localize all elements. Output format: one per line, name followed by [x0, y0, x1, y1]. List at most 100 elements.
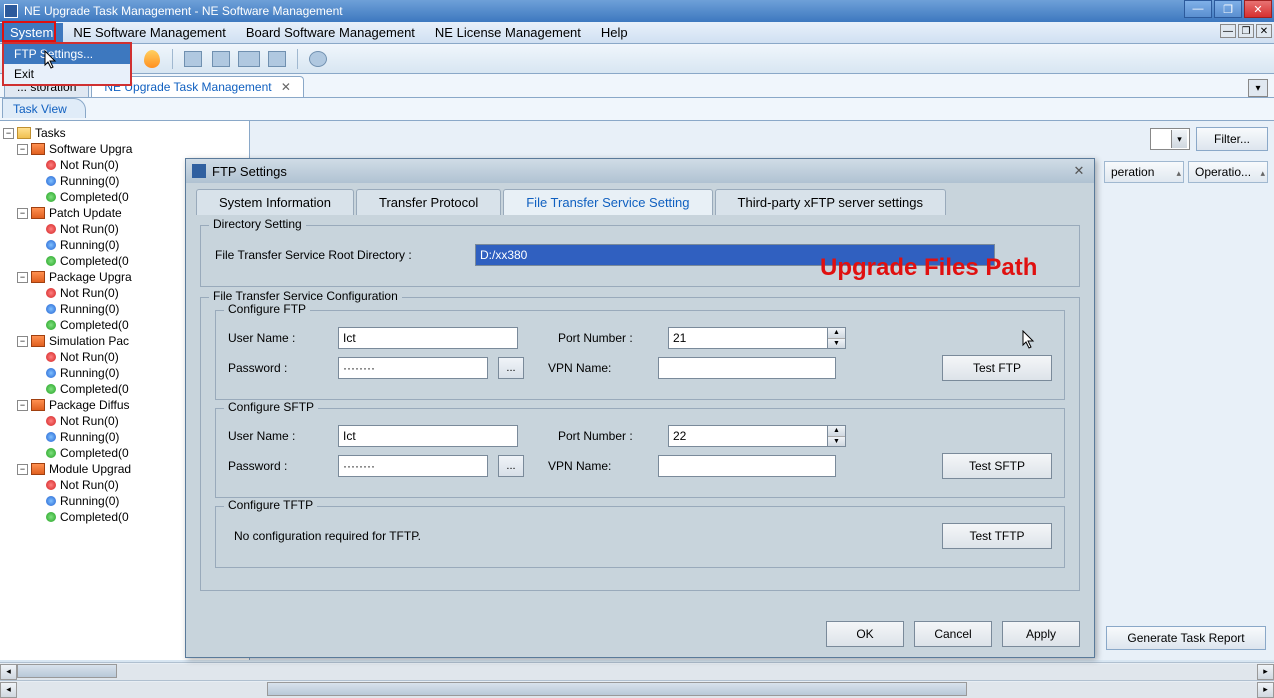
close-button[interactable]: ✕: [1244, 0, 1272, 18]
menu-system[interactable]: System: [0, 23, 63, 42]
tree-group-label[interactable]: Package Diffus: [49, 398, 130, 412]
tree-status-label[interactable]: Running(0): [60, 302, 119, 316]
tree-group-label[interactable]: Package Upgra: [49, 270, 132, 284]
test-sftp-button[interactable]: Test SFTP: [942, 453, 1052, 479]
ok-button[interactable]: OK: [826, 621, 904, 647]
tree-root-label[interactable]: Tasks: [35, 126, 66, 140]
sftp-user-input[interactable]: [338, 425, 518, 447]
ftp-pass-input[interactable]: [338, 357, 488, 379]
tree-status-label[interactable]: Not Run(0): [60, 414, 119, 428]
menu-ne-software[interactable]: NE Software Management: [63, 23, 235, 42]
tree-status-label[interactable]: Not Run(0): [60, 478, 119, 492]
menu-board-software[interactable]: Board Software Management: [236, 23, 425, 42]
tree-status-label[interactable]: Running(0): [60, 494, 119, 508]
toolbar-btn-1[interactable]: [181, 47, 205, 71]
taskview-tab[interactable]: Task View: [2, 98, 86, 118]
ftp-pass-browse[interactable]: ...: [498, 357, 524, 379]
tab-overflow-dropdown[interactable]: ▾: [1248, 79, 1268, 97]
tree-status-label[interactable]: Running(0): [60, 174, 119, 188]
tree-toggle[interactable]: −: [17, 144, 28, 155]
hscroll-content[interactable]: ◂ ▸: [0, 680, 1274, 698]
tftp-message: No configuration required for TFTP.: [228, 529, 421, 543]
mdi-restore[interactable]: ❐: [1238, 24, 1254, 38]
scroll-right-icon[interactable]: ▸: [1257, 664, 1274, 680]
tree-group-label[interactable]: Simulation Pac: [49, 334, 129, 348]
toolbar-btn-4[interactable]: [265, 47, 289, 71]
filter-combo[interactable]: ▾: [1150, 128, 1190, 150]
sftp-port-input[interactable]: [668, 425, 828, 447]
minimize-button[interactable]: —: [1184, 0, 1212, 18]
sftp-pass-browse[interactable]: ...: [498, 455, 524, 477]
dialog-title-bar[interactable]: FTP Settings ✕: [186, 159, 1094, 183]
dialog-icon: [192, 164, 206, 178]
toolbar-refresh-icon[interactable]: [306, 47, 330, 71]
tree-status-label[interactable]: Running(0): [60, 430, 119, 444]
tree-group-label[interactable]: Software Upgra: [49, 142, 132, 156]
apply-button[interactable]: Apply: [1002, 621, 1080, 647]
test-ftp-button[interactable]: Test FTP: [942, 355, 1052, 381]
sftp-vpn-input[interactable]: [658, 455, 836, 477]
column-operation-1[interactable]: peration▴: [1104, 161, 1184, 183]
mdi-close[interactable]: ✕: [1256, 24, 1272, 38]
hscroll-tree[interactable]: ◂ ▸: [0, 662, 1274, 680]
menu-help[interactable]: Help: [591, 23, 638, 42]
tree-status-label[interactable]: Running(0): [60, 366, 119, 380]
tree-group-label[interactable]: Patch Update: [49, 206, 122, 220]
sftp-port-label: Port Number :: [558, 429, 658, 443]
tree-toggle[interactable]: −: [17, 208, 28, 219]
mdi-minimize[interactable]: —: [1220, 24, 1236, 38]
status-dot-icon: [46, 480, 56, 490]
tab-third-party-xftp[interactable]: Third-party xFTP server settings: [715, 189, 946, 215]
tree-status-label[interactable]: Not Run(0): [60, 222, 119, 236]
ftp-port-input[interactable]: [668, 327, 828, 349]
menu-ne-license[interactable]: NE License Management: [425, 23, 591, 42]
sftp-pass-input[interactable]: [338, 455, 488, 477]
tree-group-label[interactable]: Module Upgrad: [49, 462, 131, 476]
toolbar-btn-3[interactable]: [237, 47, 261, 71]
dropdown-ftp-settings[interactable]: FTP Settings...: [4, 44, 130, 64]
ftp-vpn-input[interactable]: [658, 357, 836, 379]
tree-status-label[interactable]: Completed(0: [60, 382, 129, 396]
ftp-user-input[interactable]: [338, 327, 518, 349]
maximize-button[interactable]: ❐: [1214, 0, 1242, 18]
scroll-right-icon-2[interactable]: ▸: [1257, 682, 1274, 698]
tree-status-label[interactable]: Completed(0: [60, 318, 129, 332]
tree-toggle[interactable]: −: [17, 400, 28, 411]
status-dot-icon: [46, 416, 56, 426]
dialog-close-icon[interactable]: ✕: [1070, 163, 1088, 179]
tree-status-label[interactable]: Not Run(0): [60, 158, 119, 172]
toolbar-shield-icon[interactable]: [140, 47, 164, 71]
cancel-button[interactable]: Cancel: [914, 621, 992, 647]
tab-transfer-protocol[interactable]: Transfer Protocol: [356, 189, 501, 215]
package-icon: [31, 207, 45, 219]
tree-toggle-root[interactable]: −: [3, 128, 14, 139]
ftp-port-spinner[interactable]: ▲▼: [828, 327, 846, 349]
tree-status-label[interactable]: Completed(0: [60, 254, 129, 268]
tree-status-label[interactable]: Not Run(0): [60, 350, 119, 364]
scroll-left-icon-2[interactable]: ◂: [0, 682, 17, 698]
ftp-settings-dialog: FTP Settings ✕ System Information Transf…: [185, 158, 1095, 658]
tree-toggle[interactable]: −: [17, 272, 28, 283]
tree-status-label[interactable]: Not Run(0): [60, 286, 119, 300]
generate-report-button[interactable]: Generate Task Report: [1106, 626, 1266, 650]
sftp-port-spinner[interactable]: ▲▼: [828, 425, 846, 447]
tree-status-label[interactable]: Completed(0: [60, 446, 129, 460]
tab-file-transfer-setting[interactable]: File Transfer Service Setting: [503, 189, 712, 215]
tree-status-label[interactable]: Completed(0: [60, 190, 129, 204]
window-title: NE Upgrade Task Management - NE Software…: [24, 4, 343, 18]
scroll-left-icon[interactable]: ◂: [0, 664, 17, 680]
tree-status-label[interactable]: Completed(0: [60, 510, 129, 524]
dropdown-exit[interactable]: Exit: [4, 64, 130, 84]
tree-toggle[interactable]: −: [17, 336, 28, 347]
tab-system-info[interactable]: System Information: [196, 189, 354, 215]
test-tftp-button[interactable]: Test TFTP: [942, 523, 1052, 549]
toolbar-btn-2[interactable]: [209, 47, 233, 71]
column-operation-2[interactable]: Operatio...▴: [1188, 161, 1268, 183]
configure-tftp-title: Configure TFTP: [224, 498, 317, 512]
tree-toggle[interactable]: −: [17, 464, 28, 475]
filter-button[interactable]: Filter...: [1196, 127, 1268, 151]
root-directory-input[interactable]: [475, 244, 995, 266]
tab-close-icon[interactable]: ✕: [281, 80, 291, 94]
status-dot-icon: [46, 352, 56, 362]
tree-status-label[interactable]: Running(0): [60, 238, 119, 252]
